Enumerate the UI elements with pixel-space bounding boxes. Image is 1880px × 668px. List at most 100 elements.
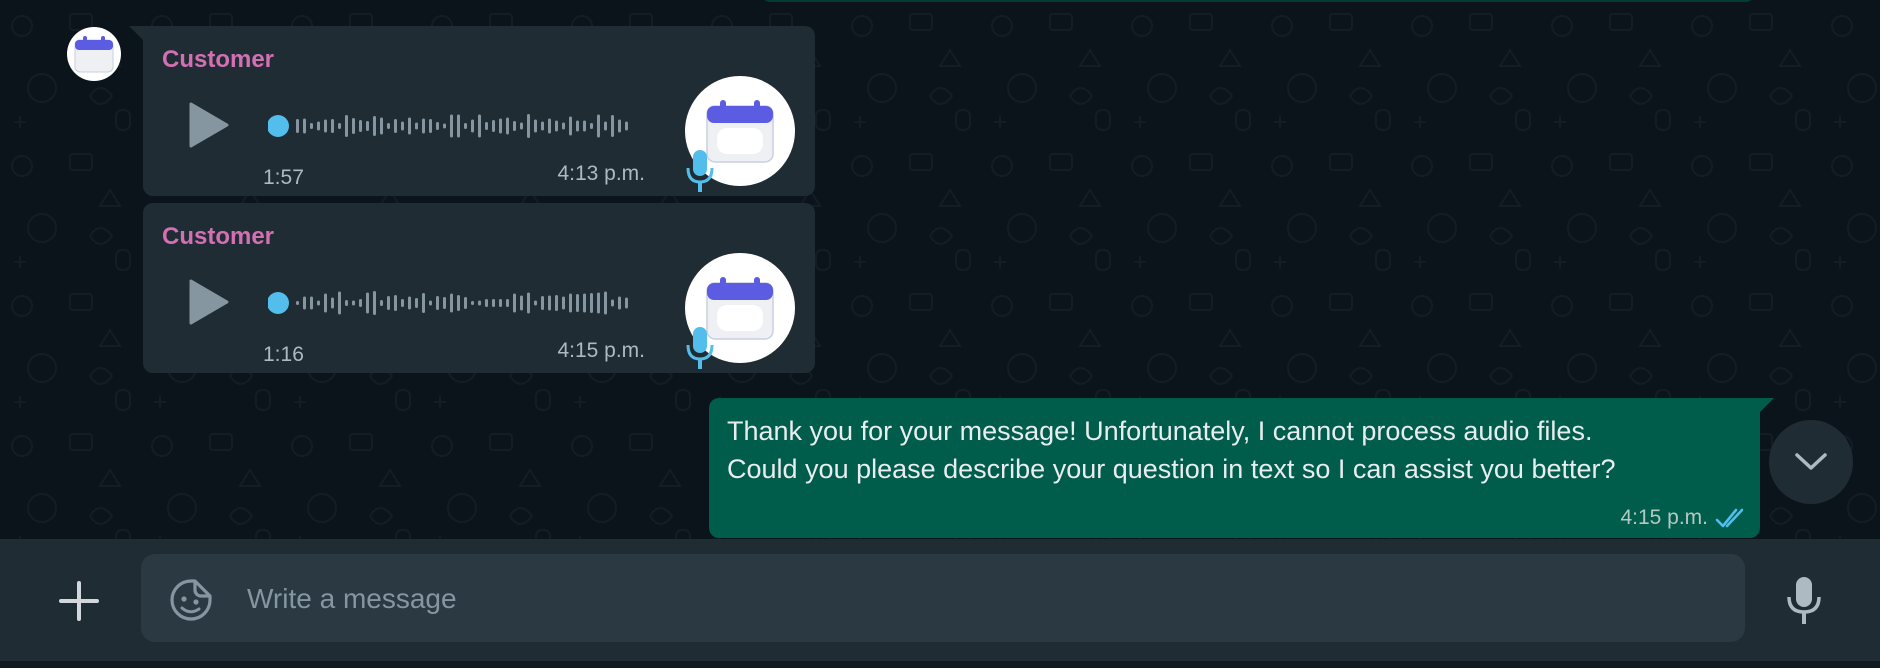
- waveform-bar: [296, 301, 299, 305]
- message-text: Thank you for your message! Unfortunatel…: [727, 412, 1737, 488]
- waveform-bar: [534, 300, 537, 306]
- waveform-bar: [590, 123, 593, 129]
- waveform-bar: [576, 120, 579, 132]
- waveform-bar: [324, 119, 327, 133]
- waveform-bar: [492, 120, 495, 132]
- waveform-bar: [618, 296, 621, 310]
- waveform-bar: [541, 121, 544, 131]
- waveform-bar: [387, 296, 390, 310]
- waveform-bar: [499, 299, 502, 307]
- waveform-bar: [485, 299, 488, 307]
- waveform-bar: [506, 299, 509, 307]
- waveform-bar: [429, 119, 432, 133]
- waveform-bar: [597, 292, 600, 314]
- playback-position[interactable]: [268, 115, 289, 137]
- waveform-bar: [513, 121, 516, 131]
- voice-sender-avatar: [685, 76, 795, 192]
- waveform-bar: [625, 297, 628, 309]
- waveform-bar: [576, 294, 579, 312]
- waveform-bar: [366, 121, 369, 131]
- message-time: 4:13 p.m.: [557, 162, 645, 185]
- waveform-bar: [359, 120, 362, 132]
- voice-sender-avatar: [685, 253, 795, 369]
- waveform-bar: [317, 121, 320, 131]
- waveform-bar: [457, 114, 460, 138]
- bubble-tail: [1758, 398, 1774, 414]
- waveform-bar: [562, 296, 565, 310]
- waveform-bar: [555, 295, 558, 311]
- plus-icon: [59, 581, 99, 621]
- waveform-bar: [611, 299, 614, 307]
- waveform-bar: [366, 292, 369, 314]
- waveform-bar: [303, 118, 306, 134]
- outgoing-message: Thank you for your message! Unfortunatel…: [709, 398, 1774, 538]
- waveform-bar: [380, 300, 383, 306]
- audio-waveform[interactable]: [268, 281, 638, 325]
- attach-button[interactable]: [55, 577, 103, 625]
- waveform-bar: [548, 295, 551, 311]
- waveform-bar: [471, 119, 474, 133]
- waveform-bar: [499, 118, 502, 134]
- waveform-bar: [429, 300, 432, 306]
- waveform-bar: [331, 297, 334, 309]
- double-check-icon: [1715, 508, 1744, 528]
- audio-waveform[interactable]: [268, 104, 638, 148]
- audio-duration: 1:57: [263, 166, 304, 189]
- waveform-bar: [352, 118, 355, 134]
- waveform-bar: [597, 114, 600, 138]
- voice-record-button[interactable]: [1782, 575, 1826, 627]
- waveform-bar: [338, 291, 341, 315]
- scroll-to-bottom-button[interactable]: [1769, 420, 1853, 504]
- message-input-box[interactable]: [141, 554, 1745, 642]
- waveform-bar: [611, 115, 614, 137]
- mic-icon: [686, 327, 714, 369]
- waveform-bar: [569, 293, 572, 313]
- play-icon: [189, 279, 229, 325]
- waveform-bar: [331, 119, 334, 133]
- chat-panel: Customer 1:57 4:13 p.m. Customer 1:16 4:…: [0, 0, 1880, 539]
- waveform-bar: [534, 119, 537, 133]
- waveform-bar: [471, 301, 474, 305]
- waveform-bar: [583, 293, 586, 313]
- waveform-bar: [373, 291, 376, 315]
- waveform-bar: [527, 292, 530, 314]
- waveform-bar: [296, 119, 299, 133]
- waveform-bar: [345, 300, 348, 306]
- waveform-bar: [485, 122, 488, 130]
- waveform-bar: [625, 121, 628, 131]
- message-input[interactable]: [245, 576, 1719, 622]
- waveform-bar: [422, 118, 425, 134]
- play-button[interactable]: [185, 100, 231, 150]
- waveform-bar: [457, 295, 460, 311]
- waveform-bar: [450, 114, 453, 138]
- waveform-bar: [443, 123, 446, 129]
- message-composer: [0, 539, 1880, 661]
- waveform-bar: [583, 120, 586, 132]
- playback-position[interactable]: [268, 292, 289, 314]
- waveform-bar: [408, 117, 411, 135]
- waveform-bar: [310, 123, 313, 129]
- waveform-bar: [492, 299, 495, 307]
- waveform-bar: [373, 116, 376, 136]
- mic-icon: [686, 150, 714, 192]
- play-icon: [189, 102, 229, 148]
- waveform-bar: [520, 122, 523, 130]
- waveform-bar: [408, 296, 411, 310]
- waveform-bar: [303, 296, 306, 310]
- sticker-button[interactable]: [169, 578, 213, 622]
- waveform-bar: [380, 117, 383, 135]
- waveform-bar: [415, 298, 418, 308]
- play-button[interactable]: [185, 277, 231, 327]
- waveform-bar: [415, 122, 418, 130]
- waveform-bar: [450, 293, 453, 313]
- waveform-bar: [562, 122, 565, 130]
- waveform-bar: [387, 123, 390, 129]
- waveform-bar: [464, 297, 467, 309]
- waveform-bar: [604, 291, 607, 315]
- chevron-down-icon: [1795, 453, 1827, 470]
- mic-icon: [1787, 577, 1821, 624]
- message-line: Thank you for your message! Unfortunatel…: [727, 416, 1593, 446]
- customer-avatar[interactable]: [67, 27, 121, 81]
- sender-name: Customer: [162, 223, 275, 250]
- waveform-bar: [548, 118, 551, 134]
